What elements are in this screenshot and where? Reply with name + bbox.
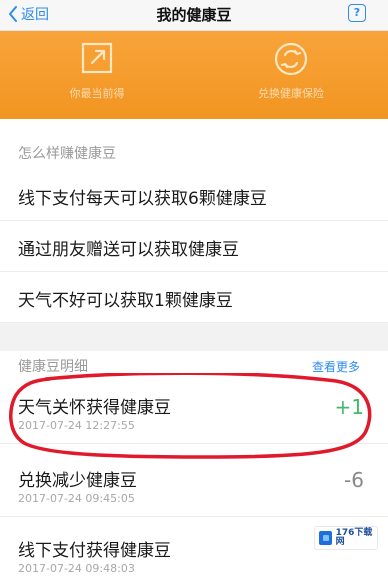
earn-item: 线下支付每天可以获取6颗健康豆 <box>0 170 388 221</box>
help-icon[interactable]: ? <box>348 4 366 22</box>
earn-item-label: 天气不好可以获取1颗健康豆 <box>18 291 233 311</box>
detail-title: 兑换减少健康豆 <box>18 471 137 491</box>
earn-section-header: 怎么样赚健康豆 <box>18 146 116 162</box>
detail-row[interactable]: 兑换减少健康豆 2017-07-24 09:45:05 -6 <box>0 458 388 517</box>
details-section-header: 健康豆明细 <box>18 359 88 375</box>
redeem-insurance-button[interactable]: 兑换健康保险 <box>194 31 388 119</box>
detail-row[interactable]: 天气关怀获得健康豆 2017-07-24 12:27:55 +1 <box>0 385 388 444</box>
detail-amount: +1 <box>334 395 364 419</box>
watermark-icon <box>319 531 332 545</box>
detail-amount: -6 <box>344 468 364 492</box>
detail-time: 2017-07-24 09:45:05 <box>18 492 135 505</box>
detail-title: 天气关怀获得健康豆 <box>18 398 171 418</box>
detail-title: 线下支付获得健康豆 <box>18 541 171 561</box>
navigation-bar: 返回 我的健康豆 ? <box>0 0 388 31</box>
current-beans-label: 你最当前得 <box>69 87 125 100</box>
section-divider <box>0 323 388 351</box>
page-title: 我的健康豆 <box>156 6 232 24</box>
redeem-insurance-label: 兑换健康保险 <box>258 87 324 100</box>
watermark-text: 176下载网 <box>335 528 373 547</box>
detail-time: 2017-07-24 12:27:55 <box>18 419 135 432</box>
earn-item-label: 线下支付每天可以获取6颗健康豆 <box>18 189 267 209</box>
watermark-logo: 176下载网 <box>314 526 378 550</box>
current-beans-button[interactable]: 你最当前得 <box>0 31 194 119</box>
detail-time: 2017-07-24 09:48:03 <box>18 562 135 575</box>
exchange-icon <box>274 42 308 76</box>
action-banner: 你最当前得 兑换健康保险 <box>0 31 388 119</box>
earn-item: 天气不好可以获取1颗健康豆 <box>0 272 388 323</box>
earn-item: 通过朋友赠送可以获取健康豆 <box>0 221 388 272</box>
view-more-link[interactable]: 查看更多 <box>312 358 360 375</box>
earn-item-label: 通过朋友赠送可以获取健康豆 <box>18 240 239 260</box>
share-arrow-icon <box>81 42 113 74</box>
